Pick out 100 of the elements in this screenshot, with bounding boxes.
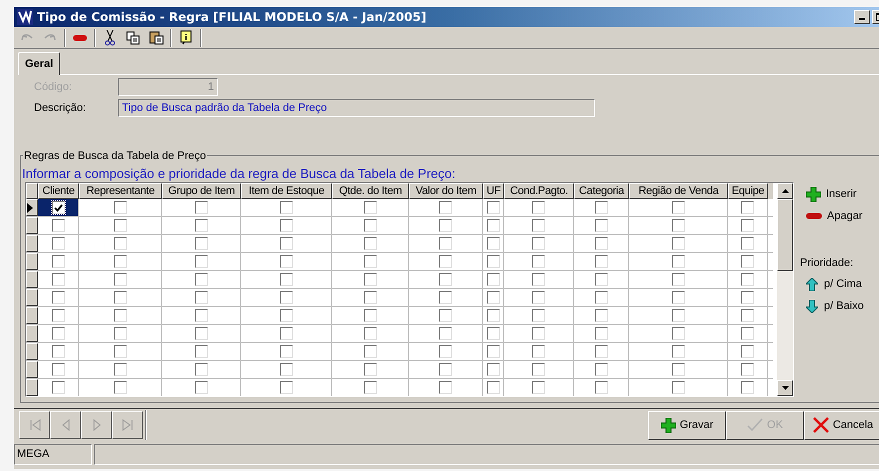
move-up-button[interactable]: p/ Cima [806, 273, 864, 295]
checkbox[interactable] [364, 273, 376, 286]
checkbox[interactable] [486, 219, 500, 232]
checkbox[interactable] [194, 309, 208, 322]
row-indicator[interactable] [26, 235, 38, 252]
tab[interactable]: Geral [18, 52, 60, 75]
column-header[interactable]: Valor do Item [409, 183, 483, 199]
checkbox[interactable] [532, 345, 545, 358]
checkbox[interactable] [194, 219, 208, 232]
checkbox[interactable] [672, 327, 684, 340]
checkbox[interactable] [741, 255, 754, 268]
scroll-up-icon[interactable] [782, 189, 788, 193]
checkbox[interactable] [439, 309, 452, 322]
minimize-button[interactable] [854, 10, 870, 24]
scrollbar[interactable] [777, 183, 793, 396]
save-button[interactable]: Gravar [648, 410, 726, 440]
column-header[interactable]: Qtde. do Item [332, 183, 409, 199]
checkbox[interactable] [114, 219, 126, 232]
checkbox[interactable] [594, 363, 608, 376]
checkbox[interactable] [672, 237, 684, 250]
checkbox[interactable] [486, 273, 500, 286]
checkbox[interactable] [594, 345, 608, 358]
insert-button[interactable]: Inserir [806, 183, 864, 205]
checkbox[interactable] [486, 237, 500, 250]
row-indicator[interactable] [26, 289, 38, 306]
column-header[interactable]: Cliente [38, 183, 79, 199]
checkbox[interactable] [364, 309, 376, 322]
checkbox[interactable] [114, 255, 126, 268]
checkbox[interactable] [672, 201, 684, 214]
checkbox[interactable] [114, 381, 126, 394]
row-indicator[interactable] [26, 217, 38, 234]
column-header[interactable]: Região de Venda [629, 183, 728, 199]
checkbox[interactable] [672, 309, 684, 322]
checkbox[interactable] [280, 255, 292, 268]
checkbox[interactable] [486, 363, 500, 376]
checkbox[interactable] [741, 345, 754, 358]
checkbox[interactable] [280, 237, 292, 250]
checkbox[interactable] [486, 255, 500, 268]
checkbox[interactable] [364, 327, 376, 340]
checkbox[interactable] [52, 291, 64, 304]
checkbox[interactable] [672, 273, 684, 286]
checkbox[interactable] [439, 363, 452, 376]
checkbox[interactable] [741, 327, 754, 340]
scroll-down-icon[interactable] [782, 386, 788, 390]
checkbox[interactable] [741, 219, 754, 232]
checkbox[interactable] [672, 219, 684, 232]
column-header[interactable]: Categoria [574, 183, 629, 199]
checkbox[interactable] [741, 237, 754, 250]
checkbox[interactable] [532, 201, 545, 214]
checkbox[interactable] [114, 291, 126, 304]
column-header[interactable]: Cond.Pagto. [504, 183, 574, 199]
checkbox[interactable] [52, 345, 64, 358]
checkbox[interactable] [364, 363, 376, 376]
checkbox[interactable] [52, 309, 64, 322]
checkbox[interactable] [194, 381, 208, 394]
row-indicator[interactable] [26, 343, 38, 360]
row-indicator[interactable] [26, 361, 38, 378]
column-header[interactable]: Grupo de Item [162, 183, 241, 199]
description-field[interactable]: Tipo de Busca padrão da Tabela de Preço [118, 99, 595, 117]
checkbox[interactable] [741, 363, 754, 376]
checkbox[interactable] [741, 309, 754, 322]
copy-icon[interactable] [126, 30, 140, 44]
checkbox[interactable] [114, 309, 126, 322]
column-header[interactable]: Representante [79, 183, 162, 199]
checkbox[interactable] [194, 327, 208, 340]
checkbox[interactable] [486, 327, 500, 340]
checkbox[interactable] [486, 201, 500, 214]
checkbox[interactable] [741, 201, 754, 214]
checkbox[interactable] [486, 381, 500, 394]
info-icon[interactable] [180, 30, 192, 45]
checkbox[interactable] [594, 219, 608, 232]
checkbox[interactable] [594, 309, 608, 322]
checkbox[interactable] [114, 345, 126, 358]
checkbox[interactable] [439, 381, 452, 394]
checkbox[interactable] [114, 273, 126, 286]
checkbox[interactable] [364, 201, 376, 214]
paste-icon[interactable] [148, 30, 164, 45]
minus-icon[interactable] [73, 34, 87, 40]
checkbox[interactable] [52, 219, 64, 232]
checkbox[interactable] [594, 201, 608, 214]
checkbox[interactable] [194, 363, 208, 376]
checkbox[interactable] [280, 219, 292, 232]
checkbox[interactable] [280, 291, 292, 304]
checkbox[interactable] [280, 327, 292, 340]
checkbox[interactable] [52, 201, 64, 214]
row-indicator[interactable] [26, 199, 38, 216]
checkbox[interactable] [672, 345, 684, 358]
column-header[interactable]: Equipe [728, 183, 768, 199]
checkbox[interactable] [52, 327, 64, 340]
checkbox[interactable] [741, 291, 754, 304]
checkbox[interactable] [364, 291, 376, 304]
checkbox[interactable] [439, 219, 452, 232]
row-indicator[interactable] [26, 379, 38, 396]
checkbox[interactable] [486, 291, 500, 304]
checkbox[interactable] [364, 381, 376, 394]
checkbox[interactable] [439, 201, 452, 214]
checkbox[interactable] [672, 381, 684, 394]
checkbox[interactable] [439, 255, 452, 268]
checkbox[interactable] [532, 381, 545, 394]
checkbox[interactable] [594, 273, 608, 286]
